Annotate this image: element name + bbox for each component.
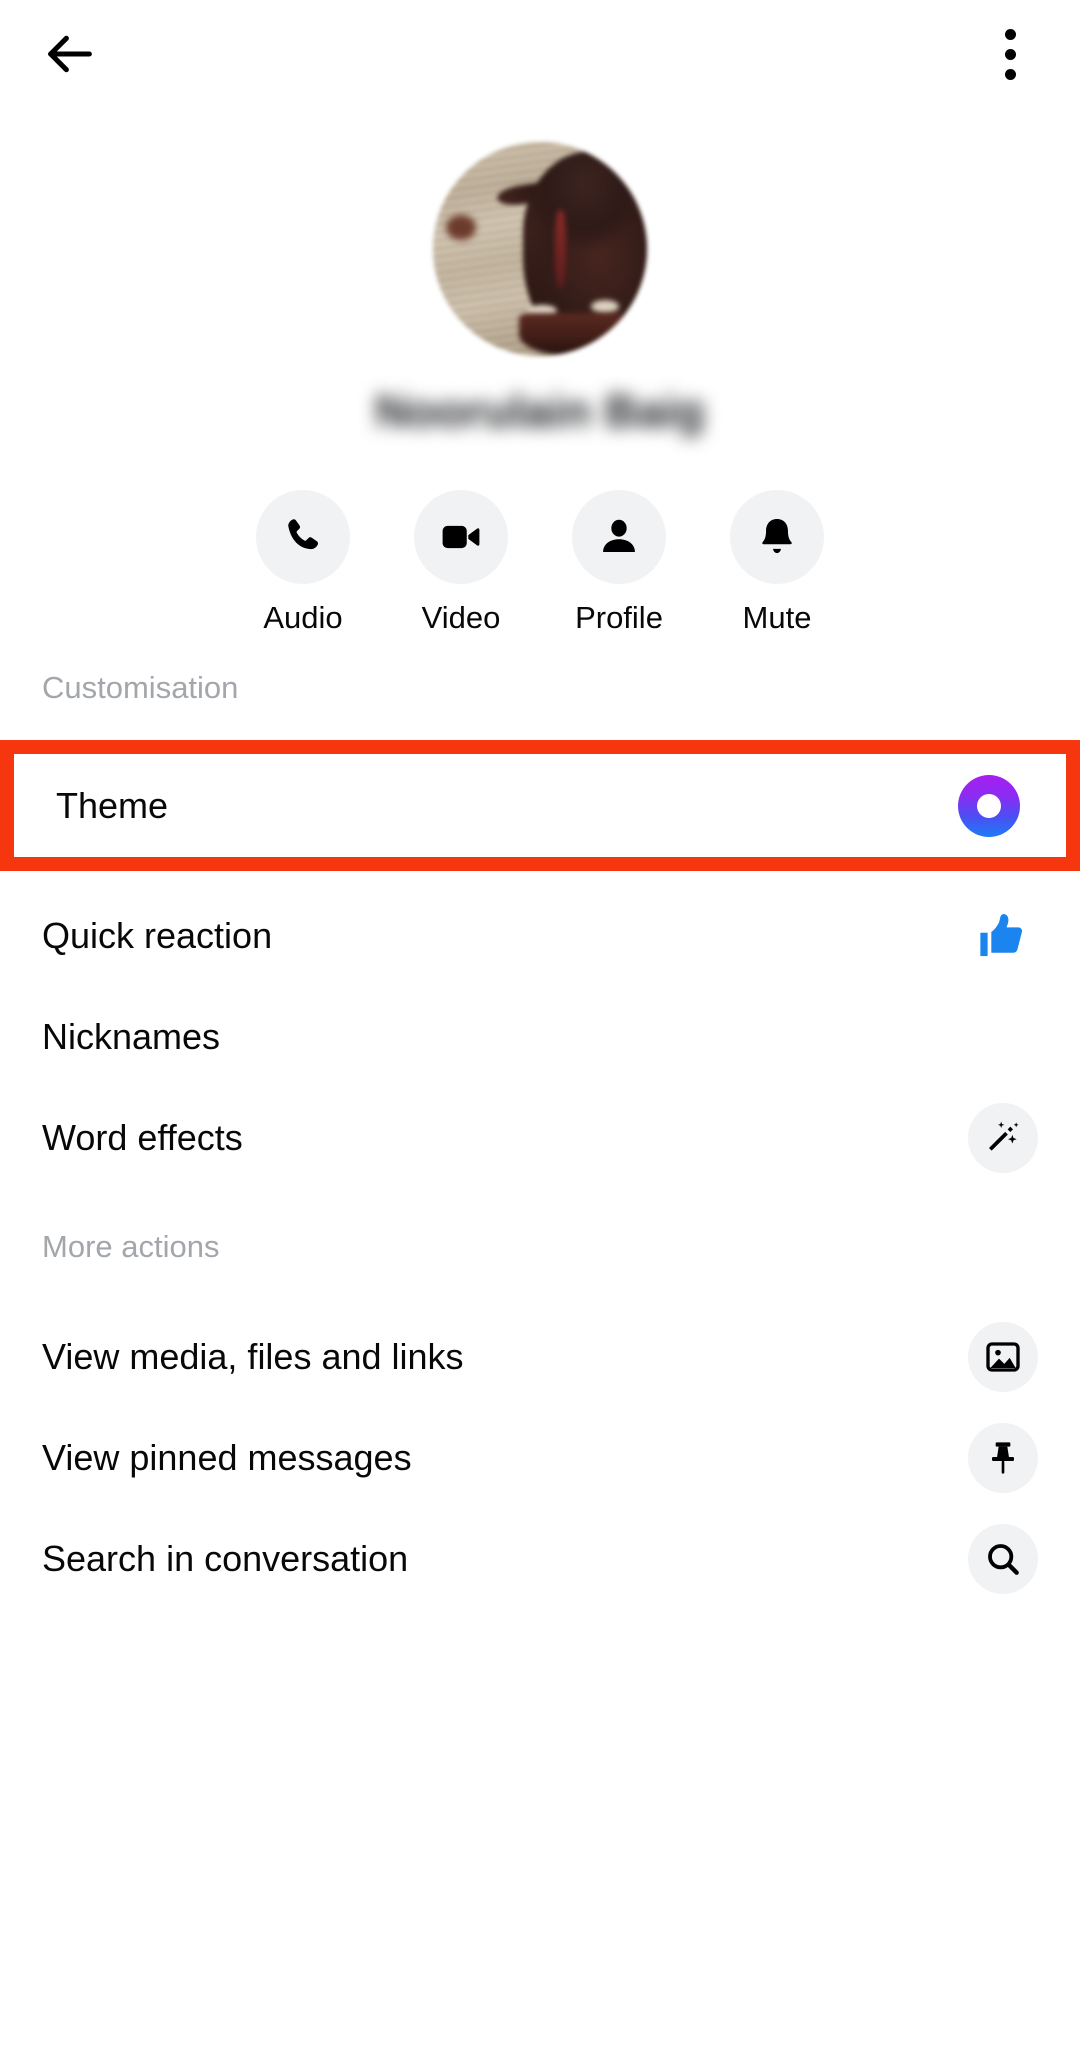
- magic-wand-icon[interactable]: [968, 1102, 1038, 1173]
- person-icon: [603, 519, 635, 552]
- no-icon: [968, 1002, 1038, 1072]
- section-header-customisation: Customisation: [42, 670, 239, 705]
- action-mute-circle: [730, 490, 824, 584]
- action-audio-circle: [256, 490, 350, 584]
- list-item-search-conversation[interactable]: Search in conversation: [0, 1508, 1080, 1609]
- action-video-circle: [414, 490, 508, 584]
- action-mute-label: Mute: [742, 600, 812, 635]
- list-item-word-effects-label: Word effects: [42, 1116, 243, 1158]
- thumbs-up-icon[interactable]: [968, 901, 1038, 971]
- back-button[interactable]: [28, 12, 112, 96]
- avatar-detail: [445, 214, 476, 241]
- action-profile-circle: [572, 490, 666, 584]
- action-profile[interactable]: Profile: [572, 490, 666, 636]
- profile-header: Noorulain Baig Audio Video Profile Mute: [0, 108, 1080, 636]
- theme-gradient-swatch-icon[interactable]: [954, 771, 1024, 841]
- list-item-theme-label: Theme: [56, 784, 169, 826]
- more-vertical-icon: [1004, 28, 1016, 40]
- list-item-view-media-label: View media, files and links: [42, 1335, 464, 1377]
- list-item-view-pinned[interactable]: View pinned messages: [0, 1407, 1080, 1508]
- more-vertical-icon: [1004, 68, 1016, 80]
- list-item-view-pinned-label: View pinned messages: [42, 1436, 412, 1478]
- avatar[interactable]: [433, 142, 647, 356]
- list-item-search-conversation-label: Search in conversation: [42, 1537, 409, 1579]
- action-video-label: Video: [421, 600, 501, 635]
- arrow-left-icon: [48, 35, 92, 73]
- avatar-detail: [518, 313, 626, 356]
- video-camera-icon: [442, 525, 480, 549]
- list-item-theme[interactable]: Theme: [14, 754, 1066, 857]
- phone-icon: [288, 519, 319, 550]
- list-item-view-media[interactable]: View media, files and links: [0, 1306, 1080, 1407]
- section-header-more-actions: More actions: [42, 1229, 220, 1264]
- overflow-menu-button[interactable]: [968, 12, 1052, 96]
- theme-highlight-annotation: Theme: [0, 740, 1080, 871]
- list-item-quick-reaction[interactable]: Quick reaction: [0, 885, 1080, 986]
- profile-name: Noorulain Baig: [375, 385, 705, 437]
- list-item-nicknames-label: Nicknames: [42, 1015, 221, 1057]
- conversation-settings-screen: Noorulain Baig Audio Video Profile Mute …: [0, 0, 1080, 2051]
- top-bar: [0, 0, 1080, 108]
- action-audio-label: Audio: [263, 600, 343, 635]
- search-icon[interactable]: [968, 1523, 1038, 1594]
- more-vertical-icon: [1004, 48, 1016, 60]
- bell-icon: [762, 518, 792, 554]
- action-mute[interactable]: Mute: [730, 490, 824, 636]
- action-profile-label: Profile: [575, 600, 663, 635]
- list-item-quick-reaction-label: Quick reaction: [42, 914, 273, 956]
- image-icon[interactable]: [968, 1321, 1038, 1392]
- pin-icon[interactable]: [968, 1422, 1038, 1493]
- action-audio[interactable]: Audio: [256, 490, 350, 636]
- avatar-detail: [554, 210, 566, 288]
- action-video[interactable]: Video: [414, 490, 508, 636]
- list-item-nicknames[interactable]: Nicknames: [0, 986, 1080, 1087]
- quick-actions-row: Audio Video Profile Mute: [256, 490, 824, 636]
- list-item-word-effects[interactable]: Word effects: [0, 1087, 1080, 1188]
